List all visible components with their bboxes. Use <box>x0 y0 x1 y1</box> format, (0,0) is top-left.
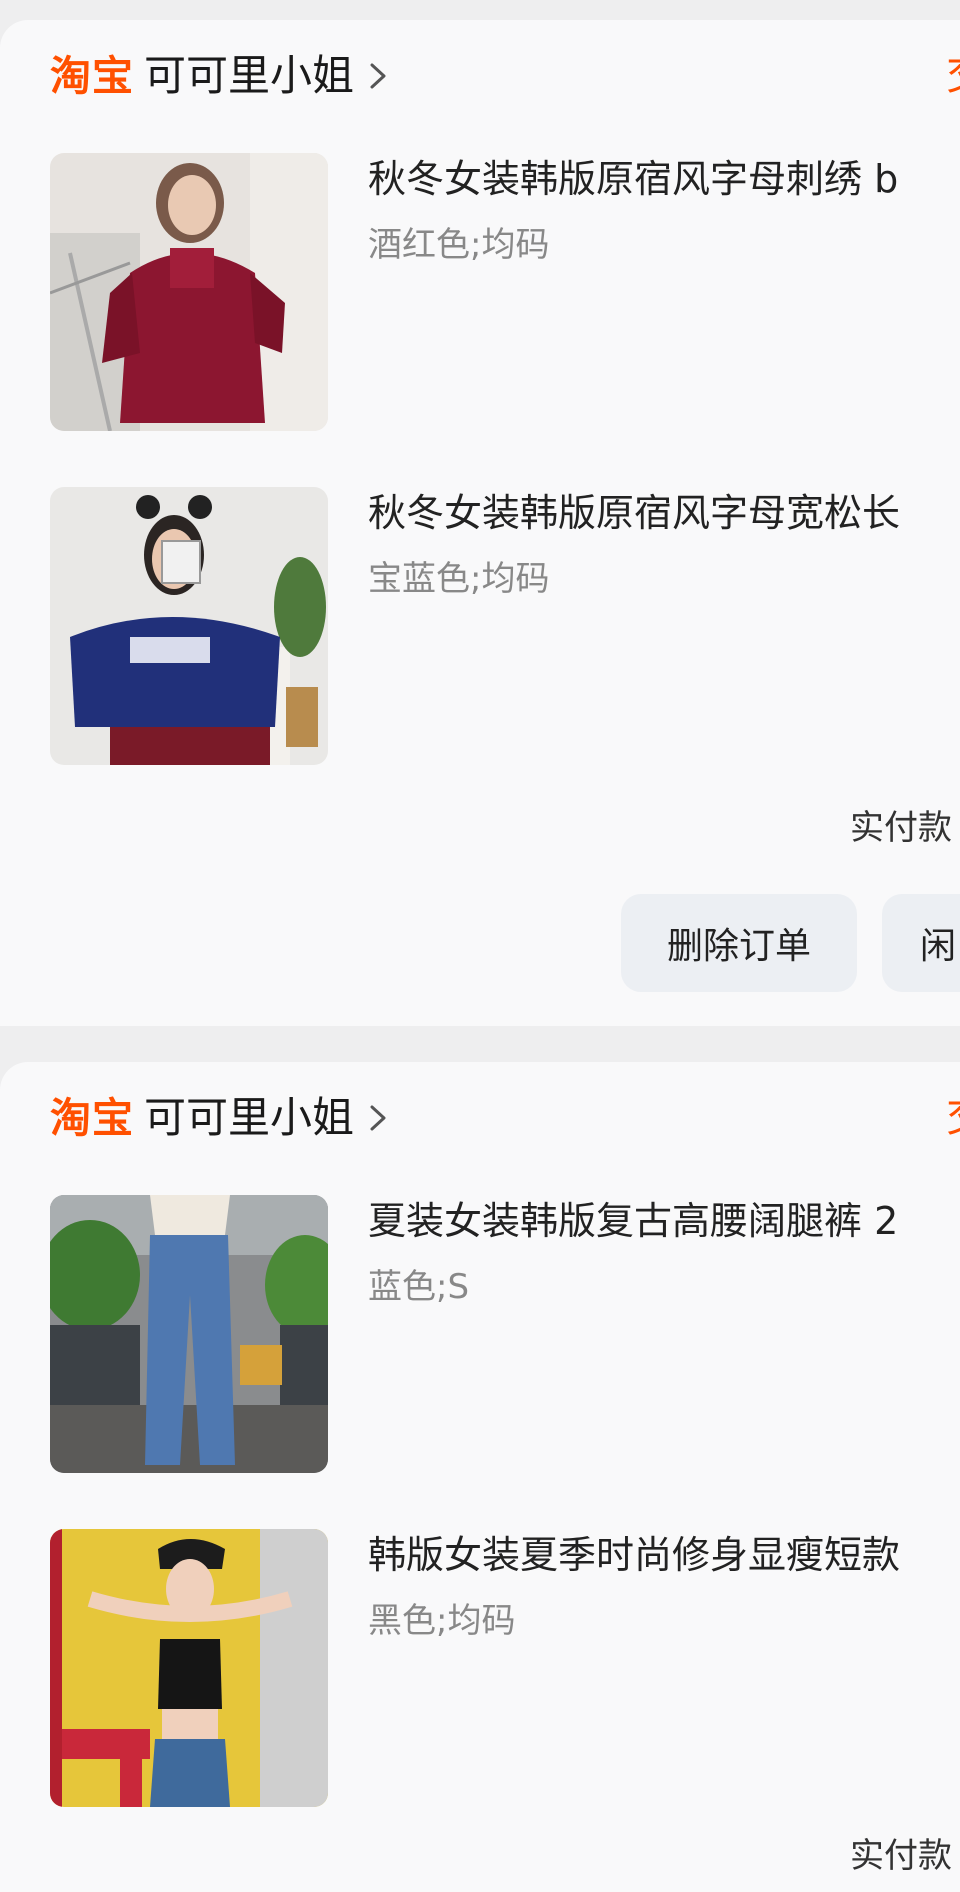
order-card: 淘宝 可可里小姐 交 秋冬女装韩版原宿风字母刺绣 b 酒红色;均码 <box>0 20 960 1026</box>
product-thumbnail[interactable] <box>50 1529 328 1807</box>
idle-sell-button-label: 闲 <box>920 926 957 967</box>
delete-order-button-label: 删除订单 <box>666 926 811 967</box>
product-image <box>50 1529 328 1807</box>
order-item[interactable]: 夏装女装韩版复古高腰阔腿裤 2 蓝色;S <box>50 1195 960 1473</box>
product-title[interactable]: 韩版女装夏季时尚修身显瘦短款 <box>368 1533 900 1579</box>
product-spec: 宝蓝色;均码 <box>368 559 550 599</box>
order-item[interactable]: 秋冬女装韩版原宿风字母刺绣 b 酒红色;均码 <box>50 153 960 431</box>
order-status: 交 <box>946 1096 960 1138</box>
product-image <box>50 153 328 431</box>
taobao-logo: 淘宝 <box>50 51 134 100</box>
product-title[interactable]: 夏装女装韩版复古高腰阔腿裤 2 <box>368 1199 898 1245</box>
paid-amount-label: 实付款 <box>850 1836 952 1876</box>
order-card: 淘宝 可可里小姐 交 夏装女装韩版复古高腰阔腿裤 2 蓝色;S <box>0 1062 960 1892</box>
order-status: 交 <box>946 54 960 96</box>
order-item[interactable]: 韩版女装夏季时尚修身显瘦短款 黑色;均码 <box>50 1529 960 1807</box>
product-title[interactable]: 秋冬女装韩版原宿风字母刺绣 b <box>368 157 898 203</box>
product-spec: 黑色;均码 <box>368 1601 516 1641</box>
idle-sell-button[interactable]: 闲 <box>882 894 960 992</box>
product-thumbnail[interactable] <box>50 1195 328 1473</box>
product-thumbnail[interactable] <box>50 153 328 431</box>
shop-name[interactable]: 可可里小姐 <box>144 55 354 97</box>
product-spec: 蓝色;S <box>368 1267 470 1307</box>
paid-amount-label: 实付款 <box>850 808 952 848</box>
taobao-logo: 淘宝 <box>50 1093 134 1142</box>
chevron-right-icon[interactable] <box>368 1101 390 1135</box>
product-spec: 酒红色;均码 <box>368 225 550 265</box>
chevron-right-icon[interactable] <box>368 59 390 93</box>
product-thumbnail[interactable] <box>50 487 328 765</box>
shop-header[interactable]: 淘宝 可可里小姐 <box>50 1090 390 1146</box>
product-title[interactable]: 秋冬女装韩版原宿风字母宽松长 <box>368 491 900 537</box>
product-image <box>50 1195 328 1473</box>
shop-header[interactable]: 淘宝 可可里小姐 <box>50 48 390 104</box>
order-item[interactable]: 秋冬女装韩版原宿风字母宽松长 宝蓝色;均码 <box>50 487 960 765</box>
product-image <box>50 487 328 765</box>
shop-name[interactable]: 可可里小姐 <box>144 1097 354 1139</box>
delete-order-button[interactable]: 删除订单 <box>621 894 857 992</box>
